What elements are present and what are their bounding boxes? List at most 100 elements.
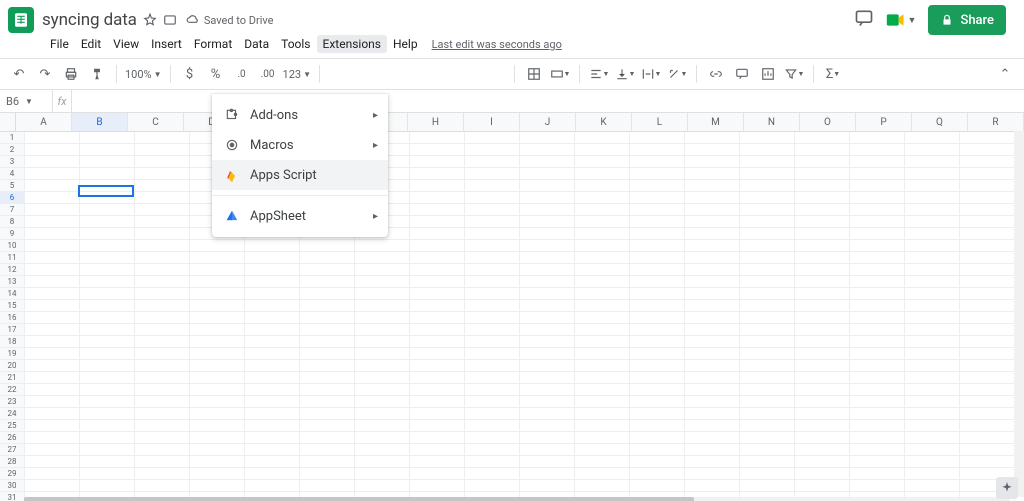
share-button[interactable]: Share xyxy=(928,5,1006,35)
functions-button[interactable]: Σ▼ xyxy=(822,62,844,86)
halign-button[interactable]: ▼ xyxy=(588,62,610,86)
column-header[interactable]: J xyxy=(520,113,576,131)
column-header[interactable]: N xyxy=(744,113,800,131)
sheets-logo[interactable] xyxy=(8,7,34,33)
comment-button[interactable] xyxy=(731,62,753,86)
row-header[interactable]: 12 xyxy=(0,264,25,275)
row-header[interactable]: 21 xyxy=(0,372,25,383)
row-header[interactable]: 18 xyxy=(0,336,25,347)
row-header[interactable]: 28 xyxy=(0,456,25,467)
row-header[interactable]: 11 xyxy=(0,252,25,263)
row-header[interactable]: 29 xyxy=(0,468,25,479)
chevron-down-icon: ▼ xyxy=(564,70,571,78)
move-icon[interactable] xyxy=(163,13,177,27)
row-header[interactable]: 4 xyxy=(0,168,25,179)
drive-status[interactable]: Saved to Drive xyxy=(186,13,274,27)
row-header[interactable]: 1 xyxy=(0,132,25,143)
percent-button[interactable]: % xyxy=(205,62,227,86)
column-header[interactable]: I xyxy=(464,113,520,131)
menu-data[interactable]: Data xyxy=(238,35,275,53)
print-button[interactable] xyxy=(60,62,82,86)
menu-item-macros[interactable]: Macros▸ xyxy=(212,130,388,160)
horizontal-scrollbar[interactable] xyxy=(24,497,1010,501)
paint-format-button[interactable] xyxy=(86,62,108,86)
row-header[interactable]: 2 xyxy=(0,144,25,155)
row-header[interactable]: 13 xyxy=(0,276,25,287)
merge-button[interactable]: ▼ xyxy=(549,62,571,86)
collapse-toolbar-button[interactable]: ⌃ xyxy=(994,62,1016,86)
chart-button[interactable] xyxy=(757,62,779,86)
row-header[interactable]: 25 xyxy=(0,420,25,431)
comment-history-icon[interactable] xyxy=(854,8,874,32)
row-header[interactable]: 17 xyxy=(0,324,25,335)
row-header[interactable]: 19 xyxy=(0,348,25,359)
column-header[interactable]: R xyxy=(968,113,1024,131)
row-header[interactable]: 23 xyxy=(0,396,25,407)
menu-insert[interactable]: Insert xyxy=(145,35,188,53)
menu-help[interactable]: Help xyxy=(387,35,424,53)
last-edit-link[interactable]: Last edit was seconds ago xyxy=(432,38,562,51)
redo-button[interactable]: ↷ xyxy=(34,62,56,86)
link-button[interactable] xyxy=(705,62,727,86)
row-header[interactable]: 8 xyxy=(0,216,25,227)
menu-extensions[interactable]: Extensions xyxy=(317,35,387,53)
column-header[interactable]: K xyxy=(576,113,632,131)
star-icon[interactable] xyxy=(143,13,157,27)
menu-item-apps-script[interactable]: Apps Script xyxy=(212,160,388,190)
scrollbar-thumb[interactable] xyxy=(24,497,694,501)
wrap-button[interactable]: ▼ xyxy=(640,62,662,86)
name-box-value: B6 xyxy=(6,95,19,108)
zoom-select[interactable]: 100%▼ xyxy=(125,68,162,81)
menu-view[interactable]: View xyxy=(107,35,145,53)
column-header[interactable]: O xyxy=(800,113,856,131)
row-header[interactable]: 22 xyxy=(0,384,25,395)
column-header[interactable]: Q xyxy=(912,113,968,131)
column-header[interactable]: C xyxy=(128,113,184,131)
row-header[interactable]: 5 xyxy=(0,180,25,191)
number-format-value: 123 xyxy=(283,68,302,81)
decrease-decimal-button[interactable]: .0 xyxy=(231,62,253,86)
column-header[interactable]: P xyxy=(856,113,912,131)
row-header[interactable]: 31 xyxy=(0,492,25,501)
menu-tools[interactable]: Tools xyxy=(275,35,316,53)
menu-file[interactable]: File xyxy=(44,35,75,53)
row-header[interactable]: 27 xyxy=(0,444,25,455)
meet-button[interactable]: ▼ xyxy=(886,8,916,32)
column-header[interactable]: A xyxy=(16,113,72,131)
row-header[interactable]: 6 xyxy=(0,192,25,203)
number-format-select[interactable]: 123▼ xyxy=(283,68,311,81)
column-header[interactable]: M xyxy=(688,113,744,131)
row-header[interactable]: 10 xyxy=(0,240,25,251)
row-header[interactable]: 7 xyxy=(0,204,25,215)
row-header[interactable]: 30 xyxy=(0,480,25,491)
row-header[interactable]: 26 xyxy=(0,432,25,443)
menu-item-add-ons[interactable]: Add-ons▸ xyxy=(212,100,388,130)
valign-button[interactable]: ▼ xyxy=(614,62,636,86)
row-header[interactable]: 3 xyxy=(0,156,25,167)
spreadsheet-grid[interactable]: ABCDEFGHIJKLMNOPQR 123456789101112131415… xyxy=(0,113,1024,501)
row-header[interactable]: 15 xyxy=(0,300,25,311)
vertical-scrollbar[interactable] xyxy=(1014,131,1024,497)
select-all-corner[interactable] xyxy=(0,113,16,131)
currency-button[interactable]: $ xyxy=(179,62,201,86)
name-box[interactable]: B6 ▼ xyxy=(0,95,52,108)
column-header[interactable]: L xyxy=(632,113,688,131)
menu-edit[interactable]: Edit xyxy=(75,35,107,53)
rotate-button[interactable]: ▼ xyxy=(666,62,688,86)
column-header[interactable]: H xyxy=(408,113,464,131)
row-header[interactable]: 20 xyxy=(0,360,25,371)
row-header[interactable]: 9 xyxy=(0,228,25,239)
menu-item-appsheet[interactable]: AppSheet▸ xyxy=(212,201,388,231)
explore-button[interactable] xyxy=(996,477,1018,499)
row-header[interactable]: 14 xyxy=(0,288,25,299)
submenu-arrow-icon: ▸ xyxy=(373,211,378,222)
filter-button[interactable]: ▼ xyxy=(783,62,805,86)
undo-button[interactable]: ↶ xyxy=(8,62,30,86)
column-header[interactable]: B xyxy=(72,113,128,131)
borders-button[interactable] xyxy=(523,62,545,86)
increase-decimal-button[interactable]: .00 xyxy=(257,62,279,86)
document-title[interactable]: syncing data xyxy=(42,10,137,30)
row-header[interactable]: 16 xyxy=(0,312,25,323)
menu-format[interactable]: Format xyxy=(188,35,238,53)
row-header[interactable]: 24 xyxy=(0,408,25,419)
